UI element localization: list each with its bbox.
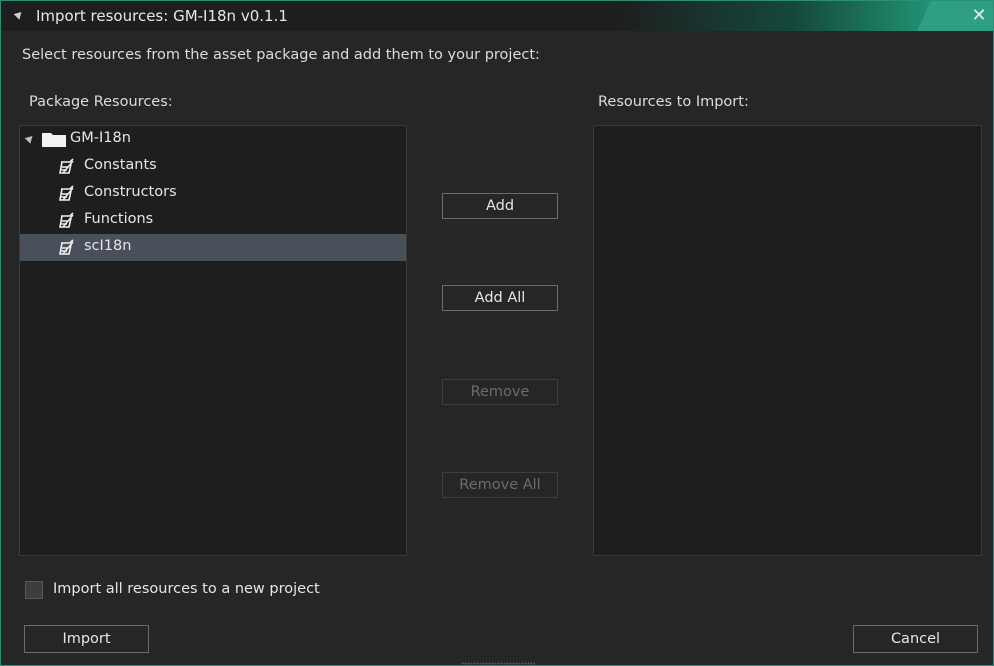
script-icon (59, 212, 74, 228)
tree-root-gm-i18n[interactable]: GM-I18n (20, 126, 406, 153)
expand-triangle-icon[interactable] (24, 133, 36, 144)
cancel-button[interactable]: Cancel (853, 625, 978, 653)
close-icon[interactable]: ✕ (969, 6, 989, 26)
tree-item-constants[interactable]: Constants (20, 153, 406, 180)
new-project-checkbox[interactable] (25, 581, 43, 599)
tree-item-sci18n[interactable]: scI18n (20, 234, 406, 261)
script-icon (59, 239, 74, 255)
tree-item-constructors[interactable]: Constructors (20, 180, 406, 207)
import-button[interactable]: Import (24, 625, 149, 653)
dialog-body: Select resources from the asset package … (7, 31, 987, 659)
tree-item-functions[interactable]: Functions (20, 207, 406, 234)
collapse-triangle-icon[interactable] (13, 9, 25, 20)
script-icon (59, 158, 74, 174)
folder-icon (42, 133, 66, 147)
tree-item-label: scI18n (84, 238, 132, 254)
remove-all-button[interactable]: Remove All (442, 472, 558, 498)
instructions-text: Select resources from the asset package … (22, 47, 540, 63)
new-project-checkbox-label: Import all resources to a new project (53, 581, 320, 597)
tree-item-label: Functions (84, 211, 154, 227)
package-resources-tree[interactable]: GM-I18n Constants Constructors Functions… (19, 125, 407, 556)
package-resources-label: Package Resources: (29, 94, 173, 110)
add-all-button[interactable]: Add All (442, 285, 558, 311)
resources-to-import-list[interactable] (593, 125, 982, 556)
resources-to-import-label: Resources to Import: (598, 94, 749, 110)
tree-item-label: Constructors (84, 184, 177, 200)
import-dialog: Import resources: GM-I18n v0.1.1 ✕ Selec… (0, 0, 994, 666)
remove-button[interactable]: Remove (442, 379, 558, 405)
tree-root-label: GM-I18n (70, 130, 131, 146)
script-icon (59, 185, 74, 201)
window-title: Import resources: GM-I18n v0.1.1 (36, 7, 288, 25)
add-button[interactable]: Add (442, 193, 558, 219)
title-bar[interactable]: Import resources: GM-I18n v0.1.1 ✕ (1, 1, 993, 31)
resize-grip[interactable] (461, 662, 535, 665)
tree-item-label: Constants (84, 157, 157, 173)
